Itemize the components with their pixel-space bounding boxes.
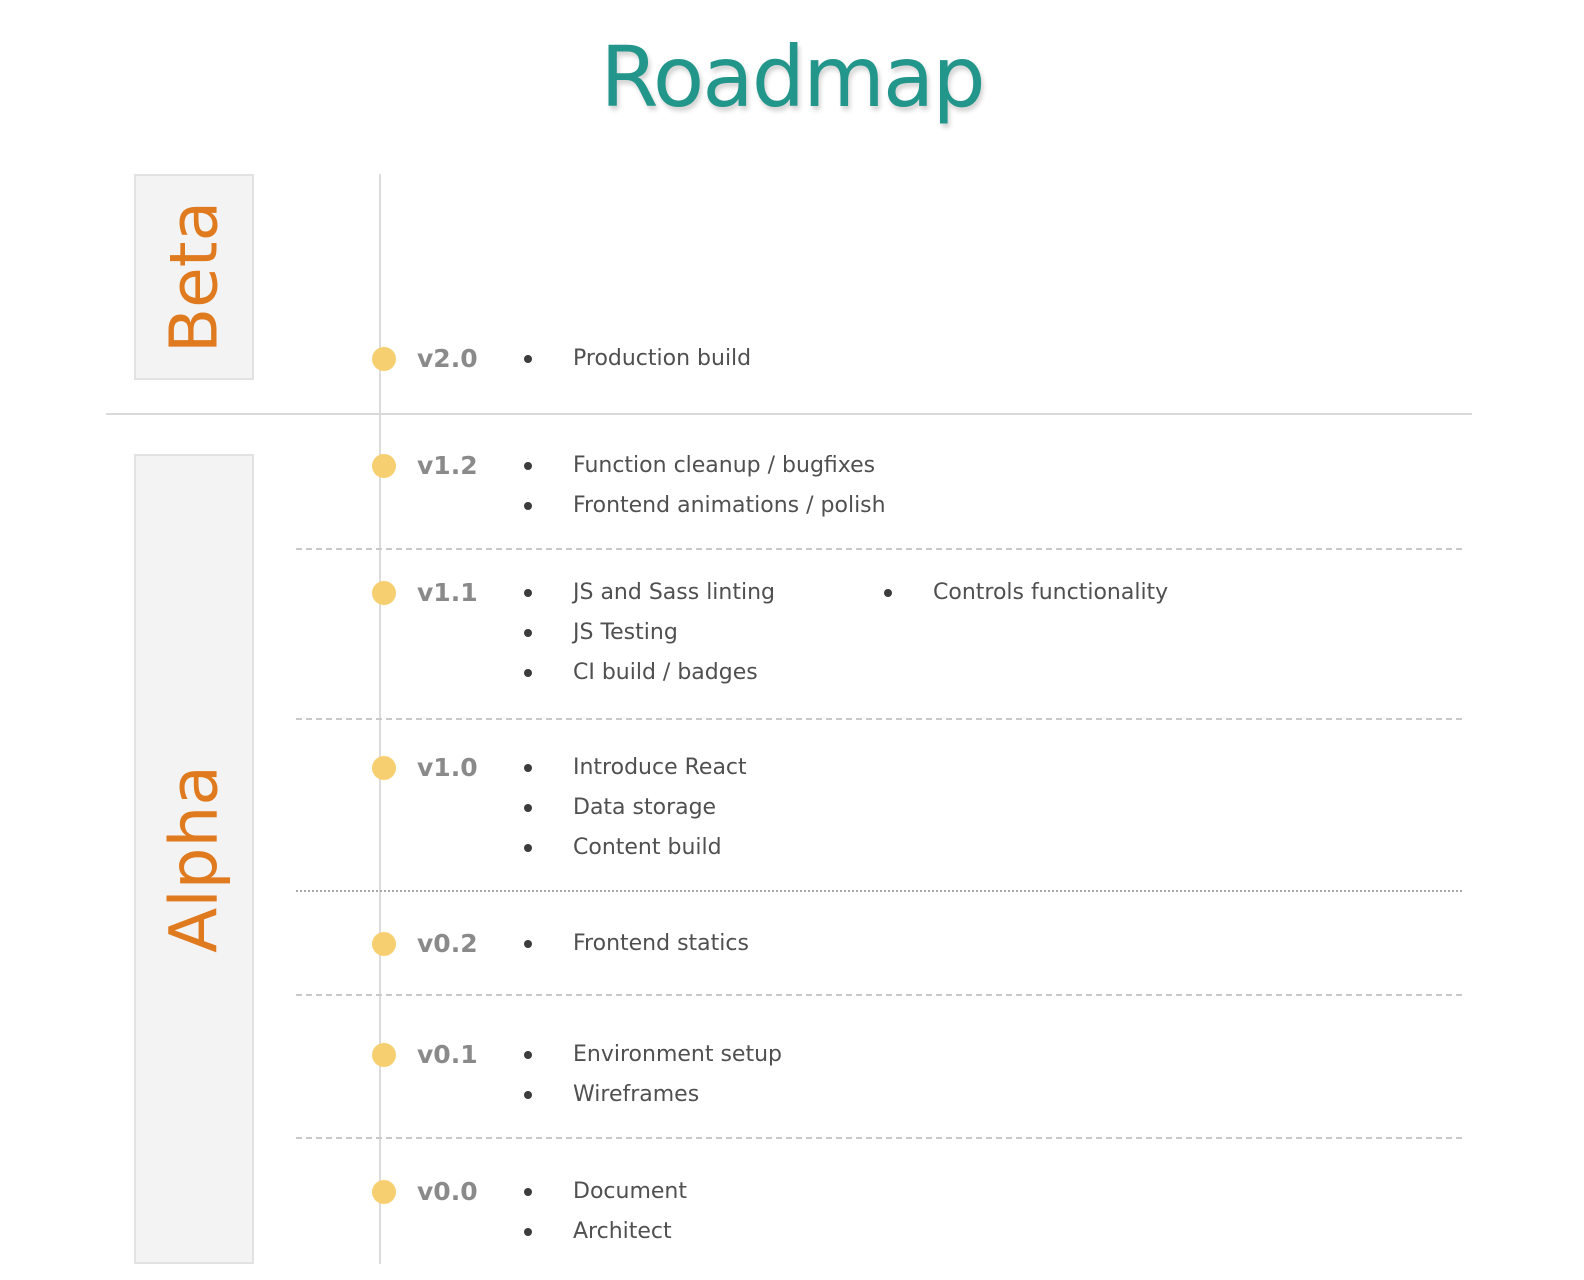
phase-label-beta: Beta <box>155 200 233 354</box>
list-item: Controls functionality <box>933 580 1169 605</box>
list-item: Document <box>573 1179 687 1204</box>
version-label: v1.2 <box>417 451 478 480</box>
bullet-icon <box>524 1051 532 1059</box>
version-label: v1.1 <box>417 578 478 607</box>
version-label: v1.0 <box>417 753 478 782</box>
milestone-dot <box>372 347 396 371</box>
list-item: CI build / badges <box>573 660 758 685</box>
page-title: Roadmap <box>600 28 985 126</box>
version-separator <box>296 1137 1462 1139</box>
bullet-icon <box>524 629 532 637</box>
bullet-icon <box>524 502 532 510</box>
version-separator <box>296 890 1462 892</box>
phase-label-alpha: Alpha <box>155 765 233 953</box>
list-item: JS Testing <box>573 620 678 645</box>
list-item: Frontend animations / polish <box>573 493 886 518</box>
phase-divider <box>106 413 1472 415</box>
phase-alpha: Alpha <box>134 454 254 1264</box>
version-label: v0.0 <box>417 1177 478 1206</box>
bullet-icon <box>524 804 532 812</box>
bullet-icon <box>524 669 532 677</box>
milestone-dot <box>372 1043 396 1067</box>
bullet-icon <box>524 1091 532 1099</box>
list-item: JS and Sass linting <box>573 580 776 605</box>
version-separator <box>296 994 1462 996</box>
version-label: v0.1 <box>417 1040 478 1069</box>
bullet-icon <box>884 589 892 597</box>
bullet-icon <box>524 589 532 597</box>
version-label: v0.2 <box>417 929 478 958</box>
version-label: v2.0 <box>417 344 478 373</box>
version-separator <box>296 718 1462 720</box>
bullet-icon <box>524 462 532 470</box>
bullet-icon <box>524 764 532 772</box>
phase-beta: Beta <box>134 174 254 380</box>
milestone-dot <box>372 454 396 478</box>
list-item: Data storage <box>573 795 717 820</box>
list-item: Architect <box>573 1219 672 1244</box>
list-item: Environment setup <box>573 1042 782 1067</box>
list-item: Content build <box>573 835 722 860</box>
milestone-dot <box>372 1180 396 1204</box>
bullet-icon <box>524 844 532 852</box>
version-separator <box>296 548 1462 550</box>
list-item: Wireframes <box>573 1082 700 1107</box>
list-item: Function cleanup / bugfixes <box>573 453 876 478</box>
milestone-dot <box>372 932 396 956</box>
bullet-icon <box>524 355 532 363</box>
list-item: Production build <box>573 346 752 371</box>
bullet-icon <box>524 1228 532 1236</box>
bullet-icon <box>524 1188 532 1196</box>
bullet-icon <box>524 940 532 948</box>
list-item: Introduce React <box>573 755 747 780</box>
list-item: Frontend statics <box>573 931 749 956</box>
milestone-dot <box>372 756 396 780</box>
milestone-dot <box>372 581 396 605</box>
